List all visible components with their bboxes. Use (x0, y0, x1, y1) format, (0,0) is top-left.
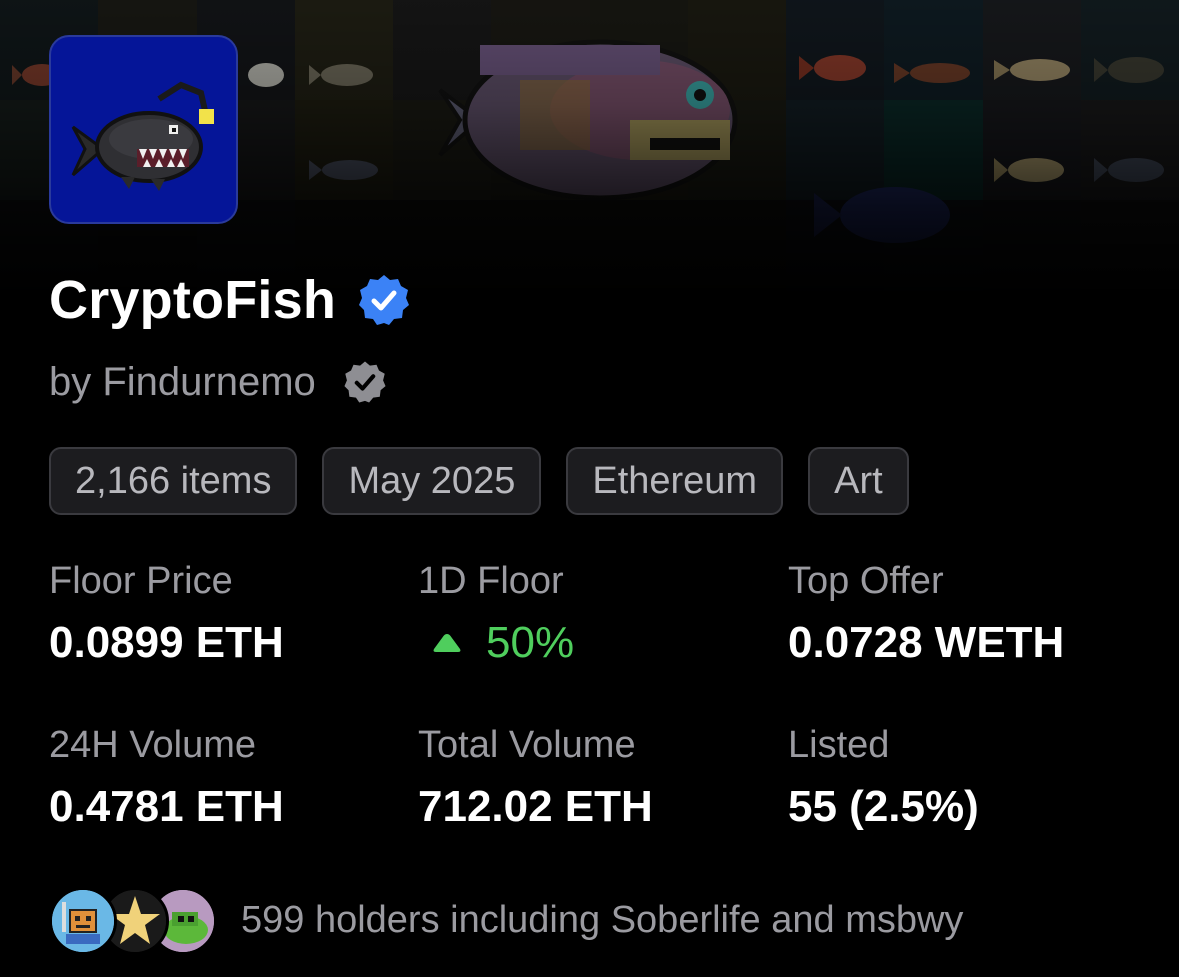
holder-avatar (49, 887, 117, 955)
tag-chain[interactable]: Ethereum (566, 447, 784, 515)
up-arrow-icon (433, 634, 461, 652)
creator-name[interactable]: by Findurnemo (49, 360, 316, 405)
stat-24h-volume[interactable]: 24H Volume 0.4781 ETH (49, 722, 284, 834)
creator-row[interactable]: by Findurnemo (49, 352, 388, 412)
stat-value: 50% (486, 618, 575, 667)
stat-label: Top Offer (788, 560, 944, 602)
stat-1d-floor[interactable]: 1D Floor 50% (418, 558, 574, 670)
holders-summary[interactable]: 599 holders including Soberlife and msbw… (241, 899, 963, 942)
stat-label: Floor Price (49, 560, 233, 602)
collection-name: CryptoFish (49, 270, 337, 330)
stat-value: 712.02 ETH (418, 782, 653, 831)
stat-listed[interactable]: Listed 55 (2.5%) (788, 722, 979, 834)
anglerfish-icon (71, 81, 214, 191)
stat-label: 1D Floor (418, 560, 564, 602)
stat-label: Total Volume (418, 724, 636, 766)
tag-date[interactable]: May 2025 (322, 447, 542, 515)
holder-avatar-stack (49, 887, 217, 955)
tag-category[interactable]: Art (808, 447, 909, 515)
tag-items[interactable]: 2,166 items (49, 447, 298, 515)
stat-floor-price[interactable]: Floor Price 0.0899 ETH (49, 558, 284, 670)
stat-value: 0.0899 ETH (49, 618, 284, 667)
stat-value: 55 (2.5%) (788, 782, 979, 831)
stat-top-offer[interactable]: Top Offer 0.0728 WETH (788, 558, 1064, 670)
verified-badge-icon (359, 275, 410, 325)
stat-total-volume[interactable]: Total Volume 712.02 ETH (418, 722, 653, 834)
creator-verified-badge-icon (344, 361, 386, 403)
collection-avatar[interactable] (49, 35, 238, 224)
holders-row[interactable]: 599 holders including Soberlife and msbw… (49, 885, 963, 955)
collection-tags: 2,166 items May 2025 Ethereum Art (49, 447, 909, 515)
collection-title-row: CryptoFish (49, 265, 412, 335)
stat-value: 0.0728 WETH (788, 618, 1065, 667)
stat-label: 24H Volume (49, 724, 257, 766)
stat-value-row: 50% (418, 616, 574, 670)
stat-value: 0.4781 ETH (49, 782, 284, 831)
robot-avatar-icon (52, 890, 114, 952)
stat-label: Listed (788, 724, 890, 766)
